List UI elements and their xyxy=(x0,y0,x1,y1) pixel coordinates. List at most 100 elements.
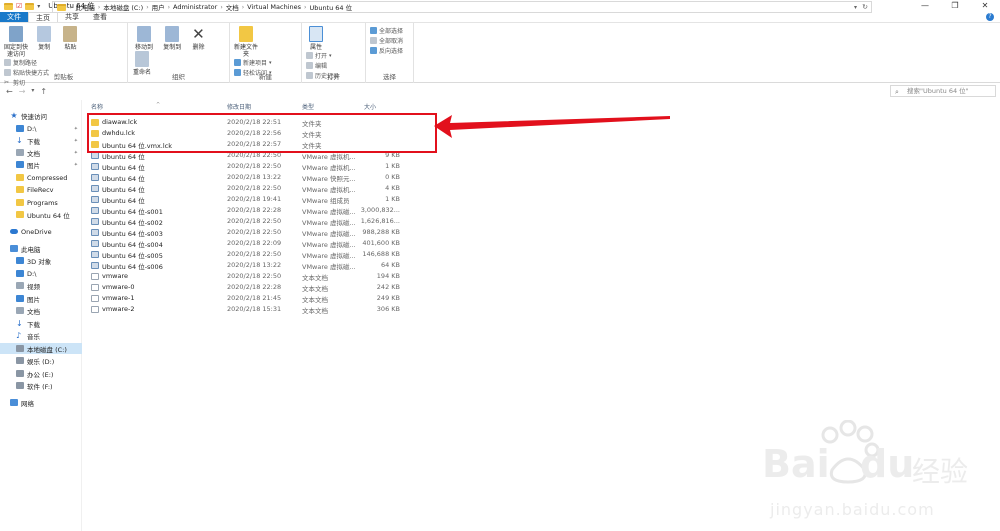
select-none-button[interactable]: 全部取消 xyxy=(370,36,403,45)
copy-to-button[interactable]: 复制到 xyxy=(160,26,184,51)
maximize-button[interactable]: ❐ xyxy=(940,0,970,12)
file-row[interactable]: vmware-0 2020/2/18 22:28 文本文档 242 KB xyxy=(88,282,408,293)
file-row[interactable]: vmware-1 2020/2/18 21:45 文本文档 249 KB xyxy=(88,293,408,304)
minimize-button[interactable]: — xyxy=(910,0,940,12)
open-button[interactable]: 打开 ▾ xyxy=(306,51,339,60)
file-row[interactable]: Ubuntu 64 位-s001 2020/2/18 22:28 VMware 虚拟… xyxy=(88,205,408,216)
breadcrumb-drive-c[interactable]: 本地磁盘 (C:) xyxy=(103,2,143,12)
file-row[interactable]: vmware-2 2020/2/18 15:31 文本文档 306 KB xyxy=(88,304,408,315)
file-row[interactable]: Ubuntu 64 位 2020/2/18 22:50 VMware 虚拟机... 4… xyxy=(88,183,408,194)
vmware-file-icon xyxy=(91,174,99,181)
nav-network[interactable]: 网络 xyxy=(0,397,82,408)
pin-icon[interactable]: ✦ xyxy=(74,126,78,132)
select-none-icon xyxy=(370,37,377,44)
column-type[interactable]: 类型 xyxy=(302,102,314,111)
nav-compressed[interactable]: Compressed xyxy=(0,172,82,183)
file-row[interactable]: Ubuntu 64 位-s003 2020/2/18 22:50 VMware 虚拟… xyxy=(88,227,408,238)
copy-path-button[interactable]: 复制路径 xyxy=(4,58,49,67)
nav-onedrive[interactable]: OneDrive xyxy=(0,226,82,237)
new-item-button[interactable]: 新建项目 ▾ xyxy=(234,58,272,67)
pin-icon[interactable]: ✦ xyxy=(74,150,78,156)
nav-quick-downloads[interactable]: ↓ 下载 ✦ xyxy=(0,135,82,146)
address-bar[interactable]: › 此电脑 › 本地磁盘 (C:) › 用户 › Administrator ›… xyxy=(52,1,872,13)
search-input[interactable]: ⌕ 搜索"Ubuntu 64 位" xyxy=(890,85,996,97)
pin-icon[interactable]: ✦ xyxy=(74,138,78,144)
file-row[interactable]: Ubuntu 64 位-s005 2020/2/18 22:50 VMware 虚拟… xyxy=(88,249,408,260)
chevron-down-icon[interactable]: ▾ xyxy=(37,3,40,10)
file-row[interactable]: Ubuntu 64 位-s002 2020/2/18 22:50 VMware 虚拟… xyxy=(88,216,408,227)
nav-this-pc[interactable]: 此电脑 xyxy=(0,243,82,254)
invert-selection-icon xyxy=(370,47,377,54)
delete-button[interactable]: ✕ 删除 xyxy=(188,26,208,51)
column-date[interactable]: 修改日期 xyxy=(227,102,251,111)
column-size[interactable]: 大小 xyxy=(364,102,376,111)
nav-3d-objects[interactable]: 3D 对象 xyxy=(0,255,82,266)
breadcrumb-administrator[interactable]: Administrator xyxy=(173,3,217,11)
nav-quick-pictures[interactable]: 图片 ✦ xyxy=(0,159,82,170)
file-size: 1,626,816... xyxy=(360,217,400,225)
edit-button[interactable]: 编辑 xyxy=(306,61,339,70)
file-row[interactable]: Ubuntu 64 位 2020/2/18 19:41 VMware 组成员 1 KB xyxy=(88,194,408,205)
back-arrow-icon[interactable]: ← xyxy=(6,87,13,96)
properties-button[interactable]: 属性 xyxy=(306,26,326,51)
nav-pc-d[interactable]: D:\ xyxy=(0,268,82,279)
nav-pictures[interactable]: 图片 xyxy=(0,293,82,304)
file-row[interactable]: Ubuntu 64 位-s004 2020/2/18 22:09 VMware 虚拟… xyxy=(88,238,408,249)
nav-music[interactable]: ♪ 音乐 xyxy=(0,330,82,341)
drive-icon xyxy=(16,382,24,389)
nav-quick-d[interactable]: D:\ ✦ xyxy=(0,123,82,134)
column-name[interactable]: 名称 xyxy=(91,102,103,111)
vmware-file-icon xyxy=(91,163,99,170)
paste-button[interactable]: 粘贴 xyxy=(60,26,80,51)
select-all-button[interactable]: 全部选择 xyxy=(370,26,403,35)
up-arrow-icon[interactable]: ↑ xyxy=(40,87,47,96)
recent-chevron-icon[interactable]: ▾ xyxy=(31,87,34,96)
network-icon xyxy=(10,399,18,406)
nav-documents[interactable]: 文档 xyxy=(0,305,82,316)
nav-videos[interactable]: 视频 xyxy=(0,280,82,291)
file-row[interactable]: Ubuntu 64 位-s006 2020/2/18 13:22 VMware 虚拟… xyxy=(88,260,408,271)
copy-icon xyxy=(37,26,52,42)
new-folder-quick-icon[interactable] xyxy=(25,2,35,10)
new-folder-button[interactable]: 新建文件夹 xyxy=(234,26,258,58)
file-row[interactable]: Ubuntu 64 位 2020/2/18 13:22 VMware 快照元... 0… xyxy=(88,172,408,183)
nav-drive-e[interactable]: 办公 (E:) xyxy=(0,368,82,379)
move-to-button[interactable]: 移动到 xyxy=(132,26,156,51)
nav-ubuntu[interactable]: Ubuntu 64 位 xyxy=(0,209,82,220)
folder-icon xyxy=(16,174,24,181)
nav-downloads[interactable]: ↓ 下载 xyxy=(0,318,82,329)
file-size: 146,688 KB xyxy=(362,250,400,258)
forward-arrow-icon[interactable]: → xyxy=(19,87,26,96)
file-row[interactable]: vmware 2020/2/18 22:50 文本文档 194 KB xyxy=(88,271,408,282)
nav-drive-f[interactable]: 软件 (F:) xyxy=(0,380,82,391)
close-button[interactable]: ✕ xyxy=(970,0,1000,12)
address-dropdown-icon[interactable]: ▾ xyxy=(854,4,857,11)
pin-quick-access-button[interactable]: 固定到快速访问 xyxy=(4,26,28,58)
refresh-icon[interactable]: ↻ xyxy=(862,3,868,11)
breadcrumb-users[interactable]: 用户 xyxy=(152,2,165,12)
file-name: Ubuntu 64 位 xyxy=(102,186,145,194)
group-open: 属性 打开 ▾ 编辑 历史记录 打开 xyxy=(302,23,366,83)
breadcrumb-virtual-machines[interactable]: Virtual Machines xyxy=(247,3,301,11)
nav-drive-d[interactable]: 娱乐 (D:) xyxy=(0,355,82,366)
nav-programs[interactable]: Programs xyxy=(0,197,82,208)
properties-quick-icon[interactable]: ☑ xyxy=(16,2,22,10)
breadcrumb-this-pc[interactable]: 此电脑 xyxy=(75,2,95,12)
nav-filerecv[interactable]: FileRecv xyxy=(0,184,82,195)
invert-selection-button[interactable]: 反向选择 xyxy=(370,46,403,55)
file-row[interactable]: Ubuntu 64 位 2020/2/18 22:50 VMware 虚拟机... 1… xyxy=(88,161,408,172)
breadcrumb-ubuntu[interactable]: Ubuntu 64 位 xyxy=(309,2,352,12)
pin-icon[interactable]: ✦ xyxy=(74,162,78,168)
copy-button[interactable]: 复制 xyxy=(32,26,56,51)
tab-file[interactable]: 文件 xyxy=(0,12,28,22)
breadcrumb-documents[interactable]: 文档 xyxy=(226,2,239,12)
file-name: Ubuntu 64 位-s004 xyxy=(102,241,163,249)
drive-icon xyxy=(16,357,24,364)
nav-local-disk-c[interactable]: 本地磁盘 (C:) xyxy=(0,343,82,354)
nav-quick-documents[interactable]: 文档 ✦ xyxy=(0,147,82,158)
nav-quick-access[interactable]: ★ 快速访问 xyxy=(0,110,82,121)
tab-share[interactable]: 共享 xyxy=(58,12,86,22)
help-icon[interactable]: ? xyxy=(986,13,994,21)
tab-home[interactable]: 主页 xyxy=(28,12,58,22)
tab-view[interactable]: 查看 xyxy=(86,12,114,22)
